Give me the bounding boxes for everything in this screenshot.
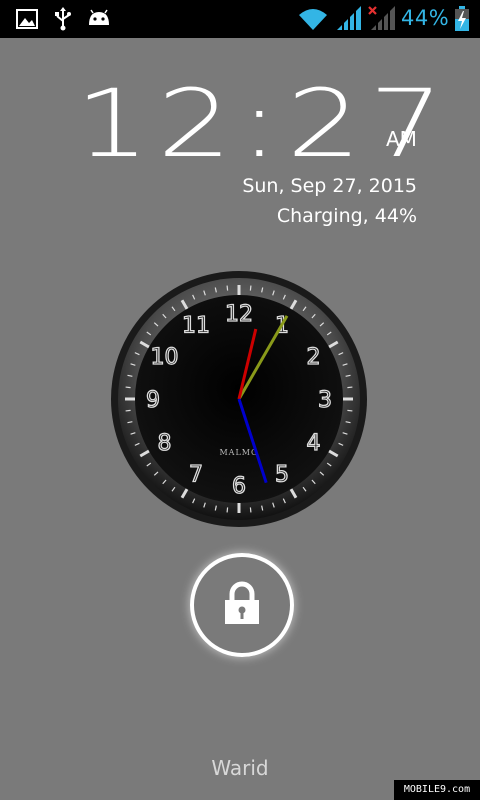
clock-number: 10 — [151, 345, 179, 370]
battery-percent: 44% — [401, 6, 450, 30]
signal-no-service-icon — [368, 6, 396, 35]
gallery-icon — [16, 9, 38, 33]
clock-number: 6 — [232, 474, 246, 499]
clock-number: 8 — [158, 431, 172, 456]
clock-tick — [249, 285, 252, 291]
clock-tick — [347, 409, 353, 412]
clock-tick — [125, 409, 131, 412]
battery-charging-icon — [454, 6, 470, 36]
wifi-icon — [297, 7, 329, 35]
status-bar: 44% — [0, 0, 480, 38]
clock-number: 7 — [189, 462, 203, 487]
signal-icon — [336, 6, 362, 35]
clock-tick — [249, 507, 252, 513]
clock-tick — [347, 386, 353, 389]
clock-number: 9 — [146, 388, 160, 413]
lock-icon — [225, 581, 259, 624]
clock-brand: MALMO — [219, 448, 258, 457]
clock-tick — [226, 507, 229, 513]
time-container: 12:27 — [75, 78, 444, 172]
clock-number: 12 — [225, 302, 253, 327]
clock-number: 3 — [318, 388, 332, 413]
clock-number: 4 — [306, 431, 320, 456]
analog-clock-widget[interactable]: 121234567891011 MALMO — [108, 268, 370, 530]
clock-number: 5 — [275, 462, 289, 487]
clock-number: 2 — [306, 345, 320, 370]
lockscreen-date: Sun, Sep 27, 2015 — [242, 175, 417, 197]
carrier-label: Warid — [211, 756, 269, 780]
clock-time: 12:27 — [75, 70, 452, 179]
clock-ampm: AM — [386, 127, 417, 151]
watermark-logo: MOBILE9.com — [394, 780, 480, 800]
clock-number: 11 — [182, 314, 210, 339]
usb-icon — [54, 7, 72, 35]
charging-status: Charging, 44% — [276, 205, 417, 227]
unlock-button[interactable] — [190, 553, 294, 657]
clock-tick — [226, 285, 229, 291]
android-debug-icon — [87, 9, 111, 31]
clock-tick — [125, 386, 131, 389]
